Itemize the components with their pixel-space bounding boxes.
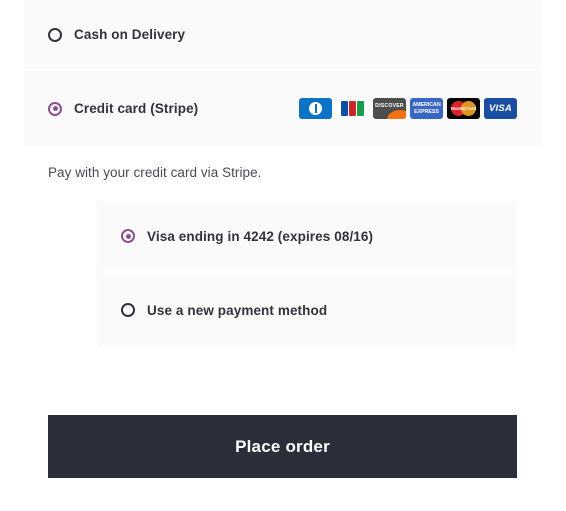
payment-method-description: Pay with your credit card via Stripe.: [48, 165, 262, 180]
accepted-card-brands: DISCOVER AMERICAN EXPRESS MasterCard VIS…: [299, 98, 517, 119]
payment-methods-panel: Cash on Delivery Credit card (Stripe) DI…: [24, 0, 541, 146]
checkout-payment-screen: Cash on Delivery Credit card (Stripe) DI…: [0, 0, 566, 511]
place-order-button[interactable]: Place order: [48, 415, 517, 478]
jcb-icon: [336, 98, 369, 119]
mastercard-icon: MasterCard: [447, 98, 480, 119]
radio-cash-on-delivery[interactable]: [48, 27, 62, 42]
radio-saved-card-visa-4242[interactable]: [121, 229, 135, 243]
use-new-payment-method-row[interactable]: Use a new payment method: [97, 273, 516, 347]
mastercard-icon-text: MasterCard: [451, 105, 477, 111]
payment-method-label-stripe: Credit card (Stripe): [74, 101, 199, 116]
visa-icon-text: VISA: [489, 103, 512, 114]
visa-icon: VISA: [484, 98, 517, 119]
saved-card-label-visa-4242: Visa ending in 4242 (expires 08/16): [147, 228, 374, 244]
radio-use-new-payment-method[interactable]: [121, 303, 135, 317]
payment-method-cash-on-delivery[interactable]: Cash on Delivery: [24, 0, 541, 69]
discover-icon-text: DISCOVER: [375, 103, 404, 109]
saved-payment-methods-box: Visa ending in 4242 (expires 08/16) Use …: [97, 201, 516, 347]
use-new-payment-method-label: Use a new payment method: [147, 302, 328, 318]
discover-icon: DISCOVER: [373, 98, 406, 119]
american-express-icon: AMERICAN EXPRESS: [410, 98, 443, 119]
radio-credit-card-stripe[interactable]: [48, 101, 62, 116]
diners-club-icon: [299, 98, 332, 119]
payment-method-credit-card-stripe[interactable]: Credit card (Stripe) DISCOVER AMERICAN E…: [24, 71, 541, 146]
amex-icon-line2: EXPRESS: [414, 108, 439, 115]
payment-method-label-cod: Cash on Delivery: [74, 27, 186, 42]
saved-card-visa-4242[interactable]: Visa ending in 4242 (expires 08/16): [97, 201, 516, 271]
